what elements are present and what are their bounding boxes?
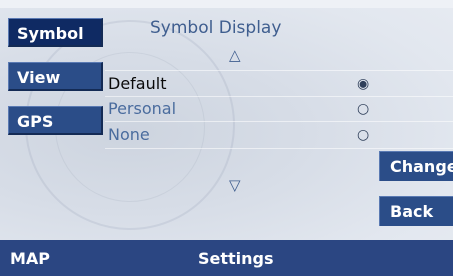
- option-default[interactable]: Default: [108, 75, 166, 93]
- page-title: Symbol Display: [150, 18, 282, 38]
- status-bar: MAP Settings: [0, 240, 453, 276]
- sidebar-item-view[interactable]: View: [8, 62, 103, 91]
- back-button[interactable]: Back: [379, 196, 453, 226]
- divider: [105, 96, 453, 97]
- divider: [105, 70, 453, 71]
- nav-screen: Symbol View GPS Symbol Display △ Default…: [0, 0, 453, 276]
- radio-unselected-icon[interactable]: ○: [357, 126, 369, 144]
- divider: [105, 121, 453, 122]
- option-personal[interactable]: Personal: [108, 100, 176, 118]
- top-strip: [0, 0, 453, 8]
- status-mode-label: MAP: [10, 249, 51, 268]
- sidebar-item-gps[interactable]: GPS: [8, 106, 103, 135]
- option-none[interactable]: None: [108, 126, 150, 144]
- status-screen-label: Settings: [198, 249, 274, 268]
- radio-selected-icon[interactable]: ◉: [357, 75, 369, 93]
- divider: [105, 148, 453, 149]
- change-button[interactable]: Change: [379, 151, 453, 181]
- radio-unselected-icon[interactable]: ○: [357, 100, 369, 118]
- sidebar-item-symbol[interactable]: Symbol: [8, 18, 103, 47]
- scroll-up-icon[interactable]: △: [229, 46, 241, 64]
- scroll-down-icon[interactable]: ▽: [229, 176, 241, 194]
